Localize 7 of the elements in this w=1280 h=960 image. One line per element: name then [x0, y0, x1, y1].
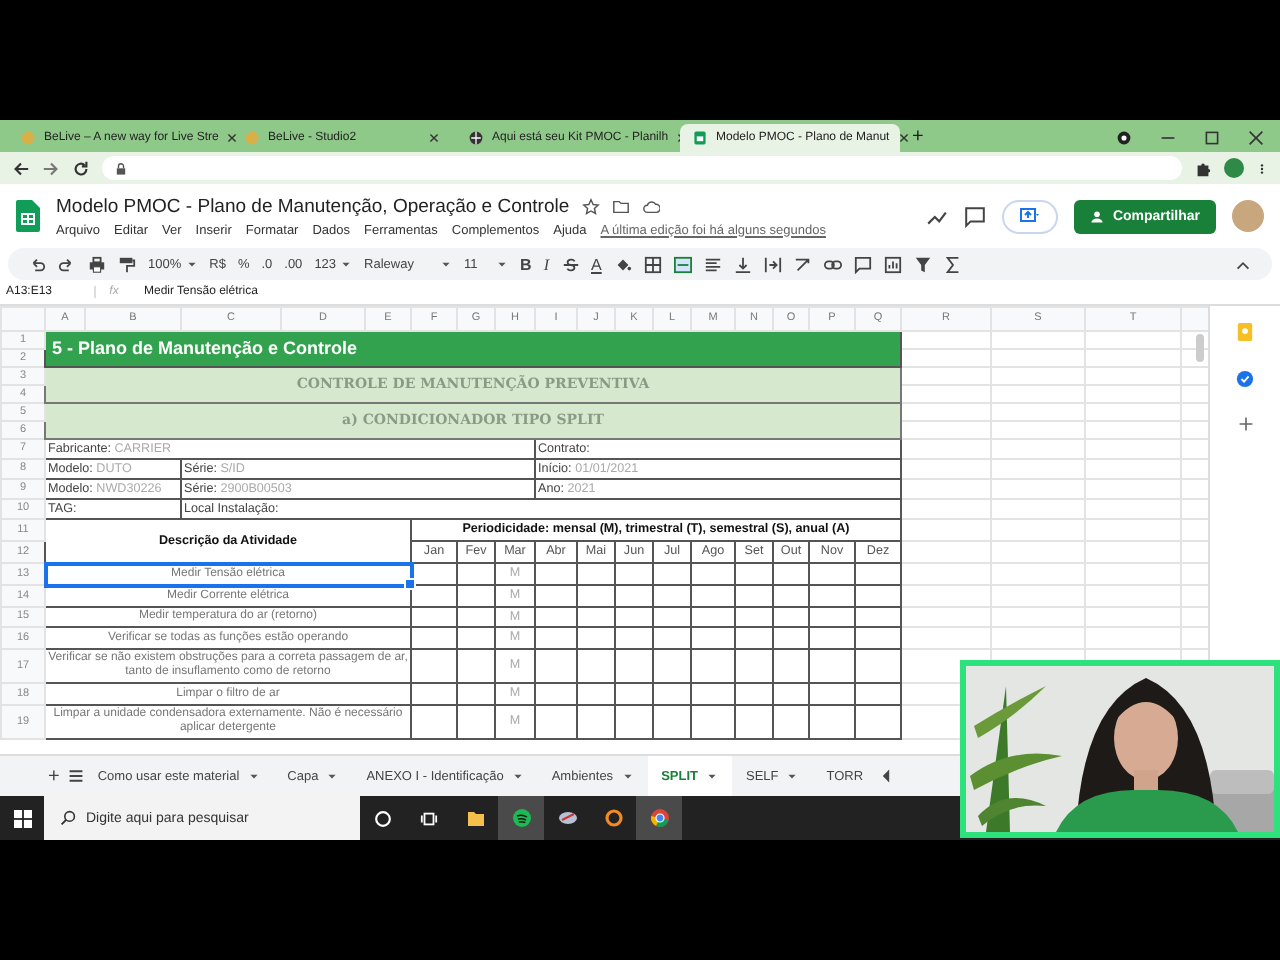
italic-button[interactable]: I — [543, 255, 549, 273]
document-title[interactable]: Modelo PMOC - Plano de Manutenção, Operação e Controle — [56, 195, 570, 217]
bold-button[interactable]: B — [520, 255, 532, 273]
sheet-title: 5 - Plano de Manutenção e Controle — [45, 331, 901, 367]
new-tab-button[interactable]: + — [904, 124, 932, 152]
text-color-button[interactable]: A — [591, 255, 602, 273]
add-sheet-button[interactable]: + — [40, 765, 68, 787]
